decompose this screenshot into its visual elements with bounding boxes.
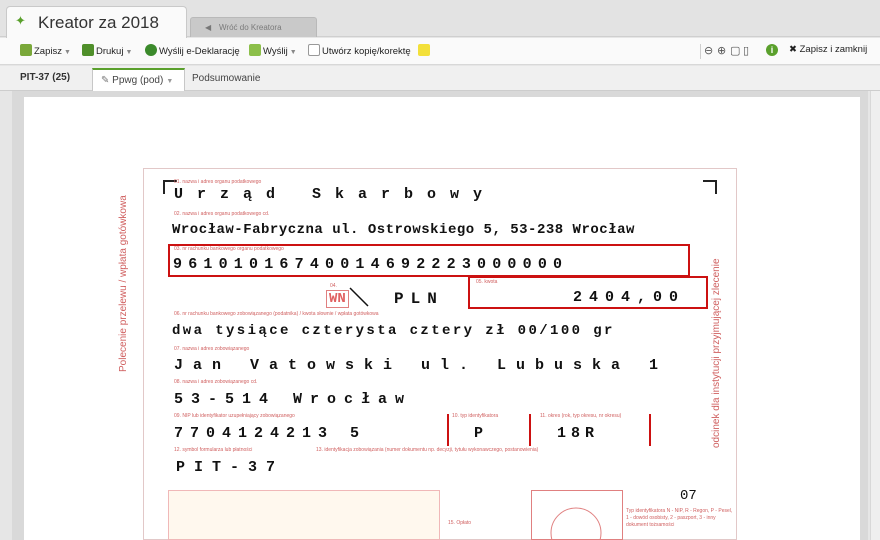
printer-icon <box>82 44 94 56</box>
divider-mark <box>447 414 449 446</box>
label-field-12: 12. symbol formularza lub płatności <box>174 447 253 453</box>
label-field-13: 13. identyfikacja zobowiązania (numer do… <box>316 447 539 453</box>
label-field-11: 11. okres (rok, typ okresu, nr okresu) <box>540 413 622 419</box>
account-number[interactable]: 96101016740014692223000000 <box>173 256 568 273</box>
back-tab-label: Wróć do Kreatora <box>219 23 282 32</box>
recipient-name[interactable]: Urząd Skarbowy <box>174 186 496 203</box>
attachment-icon: ✎ <box>101 75 110 86</box>
save-and-close-label: Zapisz i zamknij <box>799 44 868 55</box>
scan-corner <box>703 180 717 194</box>
close-icon: ✖ <box>789 44 797 55</box>
stamp-circle <box>550 507 602 540</box>
section-tabs: PIT-37 (25) ✎ Ppwg (pod) ▼ Podsumowanie <box>0 66 880 92</box>
label-field-01: 01. nazwa i adres organu podatkowego <box>174 179 262 185</box>
page-number: 07 <box>680 488 697 504</box>
window-title: Kreator za 2018 <box>38 13 159 32</box>
nip-number[interactable]: 7704124213 5 <box>174 425 366 442</box>
print-dropdown-icon[interactable]: ▼ <box>125 49 132 56</box>
copy-icon <box>308 44 320 56</box>
payer-name-address[interactable]: Jan Vatowski ul. Lubuska 1 <box>174 357 668 374</box>
fit-page-icon[interactable]: ▢ <box>730 44 740 57</box>
save-dropdown-icon[interactable]: ▼ <box>64 49 71 56</box>
divider-mark <box>649 414 651 446</box>
period[interactable]: 18R <box>557 425 599 442</box>
label-field-05: 05. kwota <box>476 279 498 285</box>
tab-ppwg[interactable]: ✎ Ppwg (pod) ▼ <box>92 68 185 92</box>
signature-area <box>168 490 440 540</box>
toolbar: Zapisz ▼ Drukuj ▼ Wyślij e-Deklarację Wyśl… <box>0 38 880 65</box>
currency[interactable]: PLN <box>394 290 444 308</box>
tab-pit37[interactable]: PIT-37 (25) <box>20 72 70 83</box>
tab-ppwg-dropdown-icon[interactable]: ▼ <box>166 78 173 85</box>
back-to-wizard-tab[interactable]: ◀ Wróć do Kreatora <box>190 17 317 37</box>
print-button[interactable]: Drukuj ▼ <box>82 44 132 59</box>
save-label: Zapisz <box>34 46 62 57</box>
tab-summary[interactable]: Podsumowanie <box>192 73 260 84</box>
save-button[interactable]: Zapisz ▼ <box>20 44 71 59</box>
label-field-03: 03. nr rachunku bankowego organu podatko… <box>174 246 284 252</box>
currency-marker: WN <box>326 290 349 308</box>
globe-icon <box>145 44 157 56</box>
divider-mark <box>529 414 531 446</box>
strike-mark <box>349 287 369 307</box>
send-label: Wyślij <box>263 46 288 57</box>
note-button[interactable] <box>418 44 432 59</box>
id-type[interactable]: P <box>474 425 483 442</box>
label-field-09: 09. NIP lub identyfikator uzupełniający … <box>174 413 295 419</box>
label-field-04: 04. <box>330 283 337 289</box>
note-icon <box>418 44 430 56</box>
create-copy-button[interactable]: Utwórz kopię/korektę <box>308 44 411 59</box>
send-button[interactable]: Wyślij ▼ <box>249 44 297 59</box>
recipient-address[interactable]: Wrocław-Fabryczna ul. Ostrowskiego 5, 53… <box>172 222 635 238</box>
amount-in-words[interactable]: dwa tysiące czterysta cztery zł 00/100 g… <box>172 323 615 339</box>
amount[interactable]: 2404,00 <box>573 289 685 306</box>
label-field-06: 06. nr rachunku bankowego zobowiązanego … <box>174 311 379 317</box>
create-copy-label: Utwórz kopię/korektę <box>322 46 411 57</box>
label-field-08: 08. nazwa i adres zobowiązanego cd. <box>174 379 258 385</box>
window-tabbar: ✦ Kreator za 2018 ◀ Wróć do Kreatora <box>0 0 880 38</box>
toolbar-separator <box>700 44 701 59</box>
save-and-close-button[interactable]: ✖ Zapisz i zamknij <box>789 44 867 55</box>
send-dropdown-icon[interactable]: ▼ <box>290 49 297 56</box>
side-label-right: odcinek dla instytucji przyjmującej zlec… <box>711 258 722 448</box>
form-symbol[interactable]: PIT-37 <box>176 459 284 476</box>
zoom-out-icon[interactable]: ⊖ <box>704 44 713 57</box>
save-icon <box>20 44 32 56</box>
send-edeclaration-label: Wyślij e-Deklarację <box>159 46 240 57</box>
back-arrow-icon: ◀ <box>205 23 212 32</box>
zoom-in-icon[interactable]: ⊕ <box>717 44 726 57</box>
side-label-left: Polecenie przelewu / wpłata gotówkowa <box>118 195 129 372</box>
page-view-icon[interactable]: ▯ <box>743 44 749 57</box>
send-edeclaration-button[interactable]: Wyślij e-Deklarację <box>145 44 240 59</box>
wizard-icon: ✦ <box>15 13 26 28</box>
payer-city[interactable]: 53-514 Wrocław <box>174 391 412 408</box>
tab-ppwg-label: Ppwg (pod) <box>112 75 164 86</box>
label-field-07: 07. nazwa i adres zobowiązanego <box>174 346 250 352</box>
label-field-10: 10. typ identyfikatora <box>452 413 499 419</box>
main-tab[interactable]: ✦ Kreator za 2018 <box>6 6 187 38</box>
print-label: Drukuj <box>96 46 124 57</box>
send-icon <box>249 44 261 56</box>
vertical-scrollbar[interactable] <box>870 91 880 540</box>
id-type-legend: Typ identyfikatora N - NIP, R - Regon, P… <box>626 508 733 528</box>
label-field-15: 15. Opłato <box>448 520 472 526</box>
info-icon[interactable]: i <box>766 44 778 56</box>
label-field-02: 02. nazwa i adres organu podatkowego cd. <box>174 211 270 217</box>
